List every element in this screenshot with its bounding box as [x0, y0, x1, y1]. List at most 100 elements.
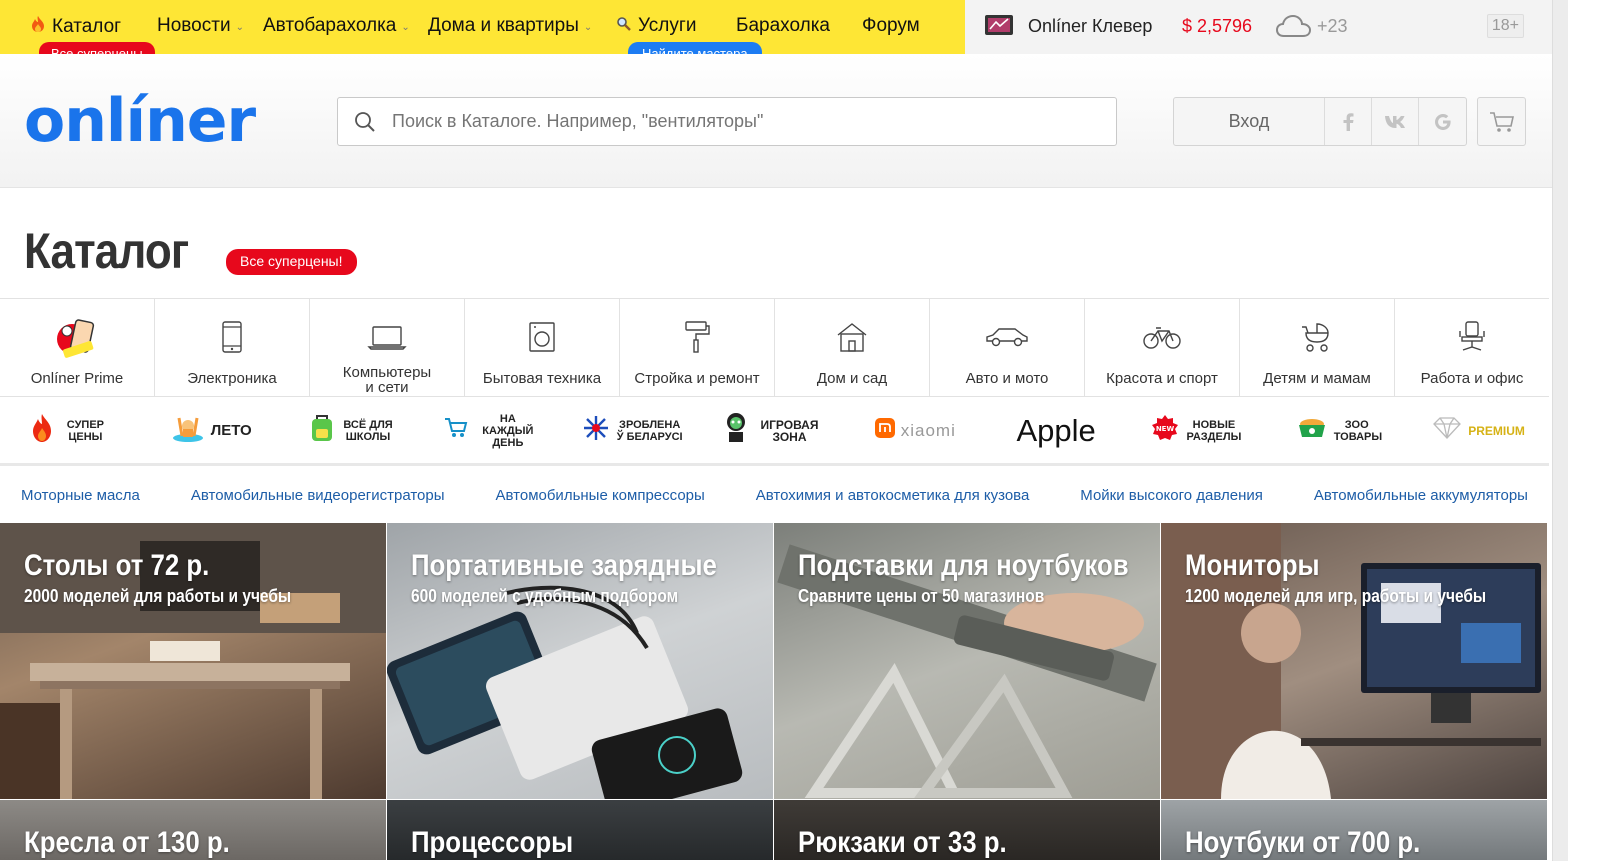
car-icon — [985, 317, 1029, 357]
quick-link[interactable]: Автомобильные компрессоры — [496, 487, 705, 504]
promo-label: Супер цены — [66, 418, 105, 443]
promo-belarus[interactable]: Зроблена ў Беларусі — [563, 397, 704, 465]
category-appliances[interactable]: Бытовая техника — [465, 299, 620, 396]
page-scrollbar[interactable] — [1552, 0, 1568, 861]
chevron-down-icon: ⌄ — [235, 21, 244, 33]
tile-title: Ноутбуки от 700 р. — [1185, 826, 1421, 859]
nav-catalog[interactable]: Каталог — [30, 15, 121, 38]
nav-realty-label: Дома и квартиры — [428, 15, 579, 36]
clever-link[interactable]: Onlíner Клевер — [1028, 16, 1152, 37]
google-icon[interactable] — [1419, 98, 1466, 145]
promo-gaming[interactable]: Игровая зона — [704, 397, 845, 465]
promo-premium[interactable]: Premium — [1408, 397, 1549, 465]
category-auto[interactable]: Авто и мото — [930, 299, 1085, 396]
age-rating: 18+ — [1486, 14, 1524, 38]
category-label: Дом и сад — [816, 370, 888, 387]
tile-title: Подставки для ноутбуков — [798, 549, 1129, 582]
bicycle-icon — [1143, 317, 1181, 357]
office-chair-icon — [1457, 317, 1487, 357]
search-input[interactable] — [392, 111, 1092, 132]
category-label: Красота и спорт — [1106, 370, 1218, 387]
promo-label: Всё для школы — [343, 418, 393, 443]
tile-title: Столы от 72 р. — [24, 549, 210, 582]
promo-superprices[interactable]: Супер цены — [0, 397, 141, 465]
nav-news[interactable]: Новости ⌄ — [157, 15, 244, 37]
tile-subtitle: 600 моделей с удобным подбором — [411, 586, 679, 606]
tile-processors[interactable]: Процессоры — [387, 800, 773, 860]
apple-logo: Apple — [1016, 412, 1096, 448]
tile-subtitle: 1200 моделей для игр, работы и учебы — [1185, 586, 1487, 606]
top-right-panel: Onlíner Клевер $ 2,5796 +23 18+ — [965, 0, 1552, 54]
category-label: Электроника — [187, 370, 277, 387]
category-label: Работа и офис — [1420, 370, 1524, 387]
category-prime[interactable]: Onlíner Prime — [0, 299, 155, 396]
quick-link[interactable]: Автомобильные видеорегистраторы — [191, 487, 445, 504]
weather-temp[interactable]: +23 — [1317, 16, 1348, 37]
category-electronics[interactable]: Электроника — [155, 299, 310, 396]
page: Каталог Новости ⌄ Автобарахолка ⌄ Дома и… — [0, 0, 1603, 861]
tile-title: Портативные зарядные — [411, 549, 717, 582]
nav-autobaraholka[interactable]: Автобарахолка ⌄ — [263, 15, 410, 37]
magnifier-icon — [616, 16, 632, 37]
promo-label: Зроблена ў Беларусі — [616, 418, 683, 443]
promo-apple[interactable]: Apple — [986, 397, 1127, 465]
facebook-icon[interactable] — [1325, 98, 1372, 145]
superprices-title-badge[interactable]: Все суперцены! — [226, 249, 357, 275]
login-button[interactable]: Вход — [1174, 98, 1325, 145]
promo-label: Лето — [210, 421, 252, 439]
quick-link[interactable]: Моторные масла — [21, 487, 140, 504]
tile-subtitle: Сравните цены от 50 магазинов — [798, 586, 1045, 606]
tile-title: Кресла от 130 р. — [24, 826, 230, 859]
chevron-down-icon: ⌄ — [583, 21, 593, 33]
category-label: Детям и мамам — [1263, 370, 1371, 387]
gamer-icon — [724, 412, 748, 449]
onliner-logo[interactable]: onlíner — [24, 86, 256, 156]
cart-icon — [1489, 111, 1514, 132]
category-label: Бытовая техника — [482, 370, 602, 387]
search-box[interactable] — [337, 97, 1117, 146]
quick-link[interactable]: Автохимия и автокосметика для кузова — [756, 487, 1030, 504]
category-beauty-sport[interactable]: Красота и спорт — [1085, 299, 1240, 396]
promo-new[interactable]: NEW Новые разделы — [1127, 397, 1268, 465]
nav-services[interactable]: Услуги — [616, 15, 696, 37]
category-computers[interactable]: Компьютеры и сети — [310, 299, 465, 396]
quick-link[interactable]: Мойки высокого давления — [1080, 487, 1263, 504]
promo-zoo[interactable]: Зоо товары — [1267, 397, 1408, 465]
laptop-icon — [367, 317, 407, 357]
category-construction[interactable]: Стройка и ремонт — [620, 299, 775, 396]
promo-label: На каждый день — [482, 412, 534, 449]
logo-text: onlíner — [24, 86, 256, 156]
tile-powerbanks[interactable]: Портативные зарядные 600 моделей с удобн… — [387, 523, 773, 799]
category-office[interactable]: Работа и офис — [1395, 299, 1549, 396]
category-home[interactable]: Дом и сад — [775, 299, 930, 396]
promo-school[interactable]: Всё для школы — [282, 397, 423, 465]
tile-chairs[interactable]: Кресла от 130 р. — [0, 800, 386, 860]
house-icon — [835, 317, 869, 357]
nav-baraholka[interactable]: Барахолка — [736, 15, 830, 37]
page-title: Каталог — [24, 223, 189, 279]
promo-label: Игровая зона — [760, 417, 819, 444]
tile-laptops[interactable]: Ноутбуки от 700 р. — [1161, 800, 1547, 860]
quick-link[interactable]: Автомобильные аккумуляторы — [1314, 487, 1528, 504]
nav-forum[interactable]: Форум — [862, 15, 920, 37]
promo-label: Зоо товары — [1333, 418, 1383, 443]
vk-icon[interactable] — [1372, 98, 1419, 145]
promo-everyday[interactable]: На каждый день — [422, 397, 563, 465]
tile-backpacks[interactable]: Рюкзаки от 33 р. — [774, 800, 1160, 860]
currency-rate[interactable]: $ 2,5796 — [1182, 16, 1252, 37]
category-label: Компьютеры и сети — [337, 365, 437, 395]
tile-laptop-stands[interactable]: Подставки для ноутбуков Сравните цены от… — [774, 523, 1160, 799]
tile-desks[interactable]: Столы от 72 р. 2000 моделей для работы и… — [0, 523, 386, 799]
prime-icon — [55, 317, 99, 358]
clever-icon[interactable] — [984, 13, 1014, 42]
nav-baraholka-label: Барахолка — [736, 15, 830, 36]
category-kids[interactable]: Детям и мамам — [1240, 299, 1395, 396]
promo-xiaomi[interactable]: xiaomi — [845, 397, 986, 465]
tile-subtitle: 2000 моделей для работы и учебы — [24, 586, 292, 606]
nav-realty[interactable]: Дома и квартиры ⌄ — [428, 15, 592, 37]
promo-summer[interactable]: Лето — [141, 397, 282, 465]
cloud-icon[interactable] — [1275, 12, 1313, 45]
tile-monitors[interactable]: Мониторы 1200 моделей для игр, работы и … — [1161, 523, 1547, 799]
smartphone-icon — [220, 317, 244, 357]
cart-button[interactable] — [1477, 97, 1526, 146]
